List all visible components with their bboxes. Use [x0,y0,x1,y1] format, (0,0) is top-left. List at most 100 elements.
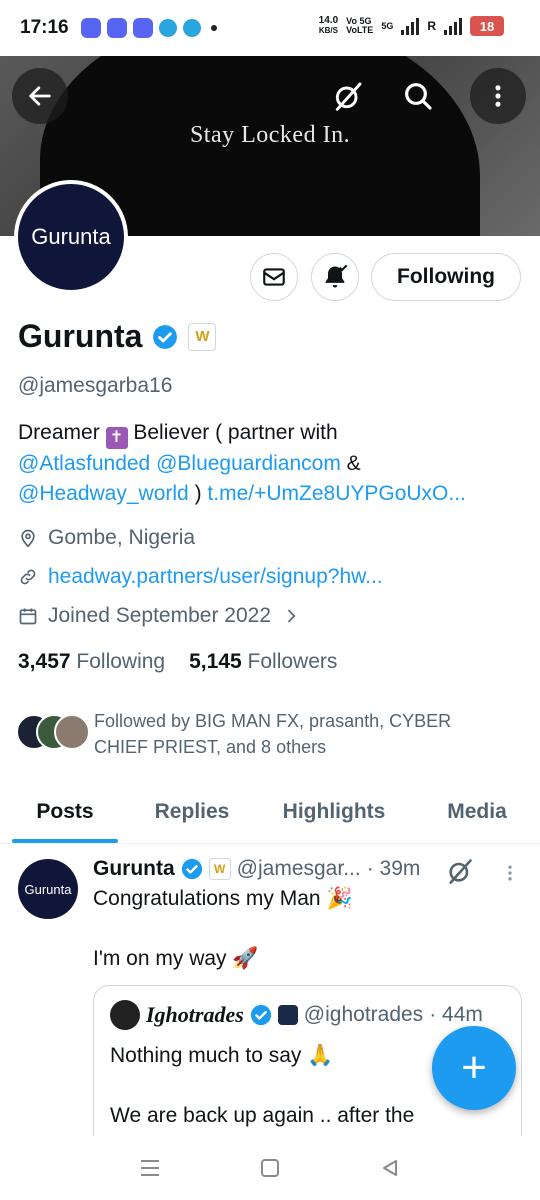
quoted-author-handle: @ighotrades [303,1003,424,1026]
message-button[interactable] [250,253,298,301]
recent-apps-button[interactable] [135,1153,165,1183]
mutual-avatars [16,714,90,754]
following-stat[interactable]: 3,457 Following [18,650,165,674]
profile-tabs: Posts Replies Highlights Media [0,780,540,844]
verified-badge-icon [250,1004,271,1026]
following-button[interactable]: Following [371,253,521,301]
back-button[interactable] [12,68,68,124]
mail-icon [263,268,285,286]
more-notifications-icon [210,25,217,31]
banner-text: Stay Locked In. [189,122,351,148]
tab-highlights[interactable]: Highlights [254,780,414,843]
volte-indicator: Vo 5G VoLTE [346,17,373,35]
location-text: Gombe, Nigeria [48,526,196,549]
bio-telegram-link[interactable]: t.me/+UmZe8UYPGoUxO... [207,482,465,505]
telegram-icon [182,19,201,37]
cross-emoji: ✝ [105,427,128,449]
volte-sub: VoLTE [346,25,374,35]
telegram-icon [158,19,177,37]
arrow-left-icon [29,86,51,106]
avatar [110,1000,140,1030]
status-indicators: 14.0 KB/S Vo 5G VoLTE 5G R 18 [319,16,504,36]
post-text-line: Congratulations my Man 🎉 [93,887,353,910]
menu-lines-icon [141,1160,159,1176]
affiliation-badge-icon: W [208,858,231,880]
followed-by-text: Followed by BIG MAN FX, prasanth, CYBER … [94,711,452,757]
bell-check-icon [325,264,348,288]
verified-badge-icon[interactable] [152,324,178,350]
more-vertical-icon[interactable] [500,861,520,885]
square-icon [261,1159,279,1177]
bio-text: & [340,452,361,475]
signal-icon [444,17,462,35]
signal-5g-label: 5G [381,20,394,31]
grok-icon [335,82,362,111]
plus-icon: + [461,1043,487,1092]
post-time: · 39m [366,857,421,880]
notification-icons [80,18,217,38]
tab-replies[interactable]: Replies [130,780,254,843]
grok-icon[interactable] [446,857,474,885]
calendar-icon [19,608,37,625]
bio-text: ) [188,482,208,505]
location-row: Gombe, Nigeria [18,526,195,550]
home-button[interactable] [255,1153,285,1183]
bio-mention-link[interactable]: @Headway_world [18,482,189,505]
quoted-text-line: We are back up again .. after the [110,1104,415,1127]
more-vertical-icon [495,85,501,107]
followed-by-row[interactable]: Followed by BIG MAN FX, prasanth, CYBER … [16,708,494,760]
quoted-post-time: · 44m [429,1003,483,1026]
post-author-handle: @jamesgar... [236,857,361,880]
chevron-right-icon [287,609,296,623]
search-icon [405,83,432,110]
discord-icon [132,18,153,38]
post-avatar[interactable]: Gurunta [18,859,78,919]
status-bar: 17:16 14.0 KB/S Vo 5G VoLTE 5G R 18 [0,0,540,56]
triangle-back-icon [383,1160,397,1176]
quoted-post-header: Ighotrades @ighotrades · 44m [110,1000,483,1030]
quoted-text-line: Nothing much to say 🙏 [110,1044,334,1067]
post-avatar-text: Gurunta [24,881,72,897]
avatar-logo-text: Gurunta [31,224,111,249]
tab-media[interactable]: Media [414,780,540,843]
followers-count: 5,145 [189,650,242,673]
system-navigation-bar [0,1136,540,1200]
bio-text: Dreamer [18,421,100,444]
compose-button[interactable]: + [432,1026,516,1110]
signal-icon [401,17,420,35]
website-row[interactable]: headway.partners/user/signup?hw... [18,565,383,589]
status-time: 17:16 [20,17,69,38]
battery-indicator: 18 [470,16,504,36]
website-link[interactable]: headway.partners/user/signup?hw... [48,565,383,589]
following-count: 3,457 [18,650,71,673]
grok-button[interactable] [324,72,372,120]
location-pin-icon [21,529,35,548]
profile-handle: @jamesgarba16 [18,374,173,397]
profile-name-row: Gurunta W [18,318,217,355]
joined-text: Joined September 2022 [48,604,271,627]
post-text-line: I'm on my way 🚀 [93,947,259,970]
profile-avatar[interactable]: Gurunta [14,180,128,294]
bio-mention-link[interactable]: @Blueguardiancom [156,452,341,475]
bio-mention-link[interactable]: @Atlasfunded [18,452,150,475]
affiliation-badge-icon[interactable]: W [188,322,217,351]
discord-icon [106,18,127,38]
verified-badge-icon [181,858,202,880]
back-nav-button[interactable] [375,1153,405,1183]
discord-icon [80,18,101,38]
joined-row[interactable]: Joined September 2022 [18,604,301,628]
display-name: Gurunta [18,318,143,354]
followers-stat[interactable]: 5,145 Followers [189,650,337,674]
more-options-button[interactable] [470,68,526,124]
follow-stats: 3,457 Following 5,145 Followers [18,650,337,674]
tab-posts[interactable]: Posts [0,780,130,843]
following-label: Following [76,650,166,673]
network-speed-value: 14.0 [318,15,339,26]
affiliation-badge-icon [277,1005,298,1025]
quoted-author-name: Ighotrades [146,1002,244,1027]
network-speed: 14.0 KB/S [319,16,338,36]
notifications-button[interactable] [311,253,359,301]
profile-bio: Dreamer ✝ Believer ( partner with @Atlas… [18,418,523,509]
search-button[interactable] [394,72,442,120]
post-author-name[interactable]: Gurunta [93,857,175,881]
